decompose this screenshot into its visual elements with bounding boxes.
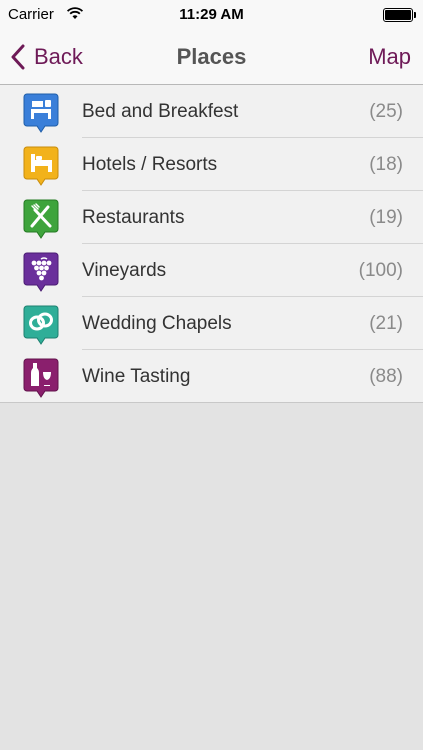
vineyard-icon — [23, 252, 59, 292]
hotel-icon — [23, 146, 59, 186]
list-item[interactable]: Hotels / Resorts (18) — [0, 138, 423, 191]
wine-tasting-icon — [23, 358, 59, 398]
place-count: (21) — [369, 313, 403, 334]
status-bar: Carrier 11:29 AM — [0, 0, 423, 30]
list-item[interactable]: Restaurants (19) — [0, 191, 423, 244]
navigation-bar: Back Places Map — [0, 30, 423, 85]
place-count: (18) — [369, 154, 403, 175]
map-button[interactable]: Map — [368, 44, 411, 70]
restaurant-icon — [23, 199, 59, 239]
place-count: (100) — [358, 260, 403, 281]
status-time: 11:29 AM — [179, 6, 244, 23]
place-label: Bed and Breakfest — [82, 101, 239, 122]
list-item[interactable]: Wine Tasting (88) — [0, 350, 423, 403]
place-count: (88) — [369, 366, 403, 387]
battery-tip — [414, 12, 416, 18]
wedding-rings-icon — [23, 305, 59, 345]
place-label: Wine Tasting — [82, 366, 191, 387]
battery-icon — [383, 8, 413, 22]
place-label: Vineyards — [82, 260, 167, 281]
list-item[interactable]: Bed and Breakfest (25) — [0, 85, 423, 138]
places-list: Bed and Breakfest (25) Hotels / Resorts … — [0, 85, 423, 403]
place-label: Hotels / Resorts — [82, 154, 218, 175]
place-count: (19) — [369, 207, 403, 228]
page-title: Places — [176, 44, 247, 69]
list-item[interactable]: Wedding Chapels (21) — [0, 297, 423, 350]
place-count: (25) — [369, 101, 403, 122]
bed-breakfast-icon — [23, 93, 59, 133]
list-item[interactable]: Vineyards (100) — [0, 244, 423, 297]
place-label: Restaurants — [82, 207, 185, 228]
place-label: Wedding Chapels — [82, 313, 232, 334]
